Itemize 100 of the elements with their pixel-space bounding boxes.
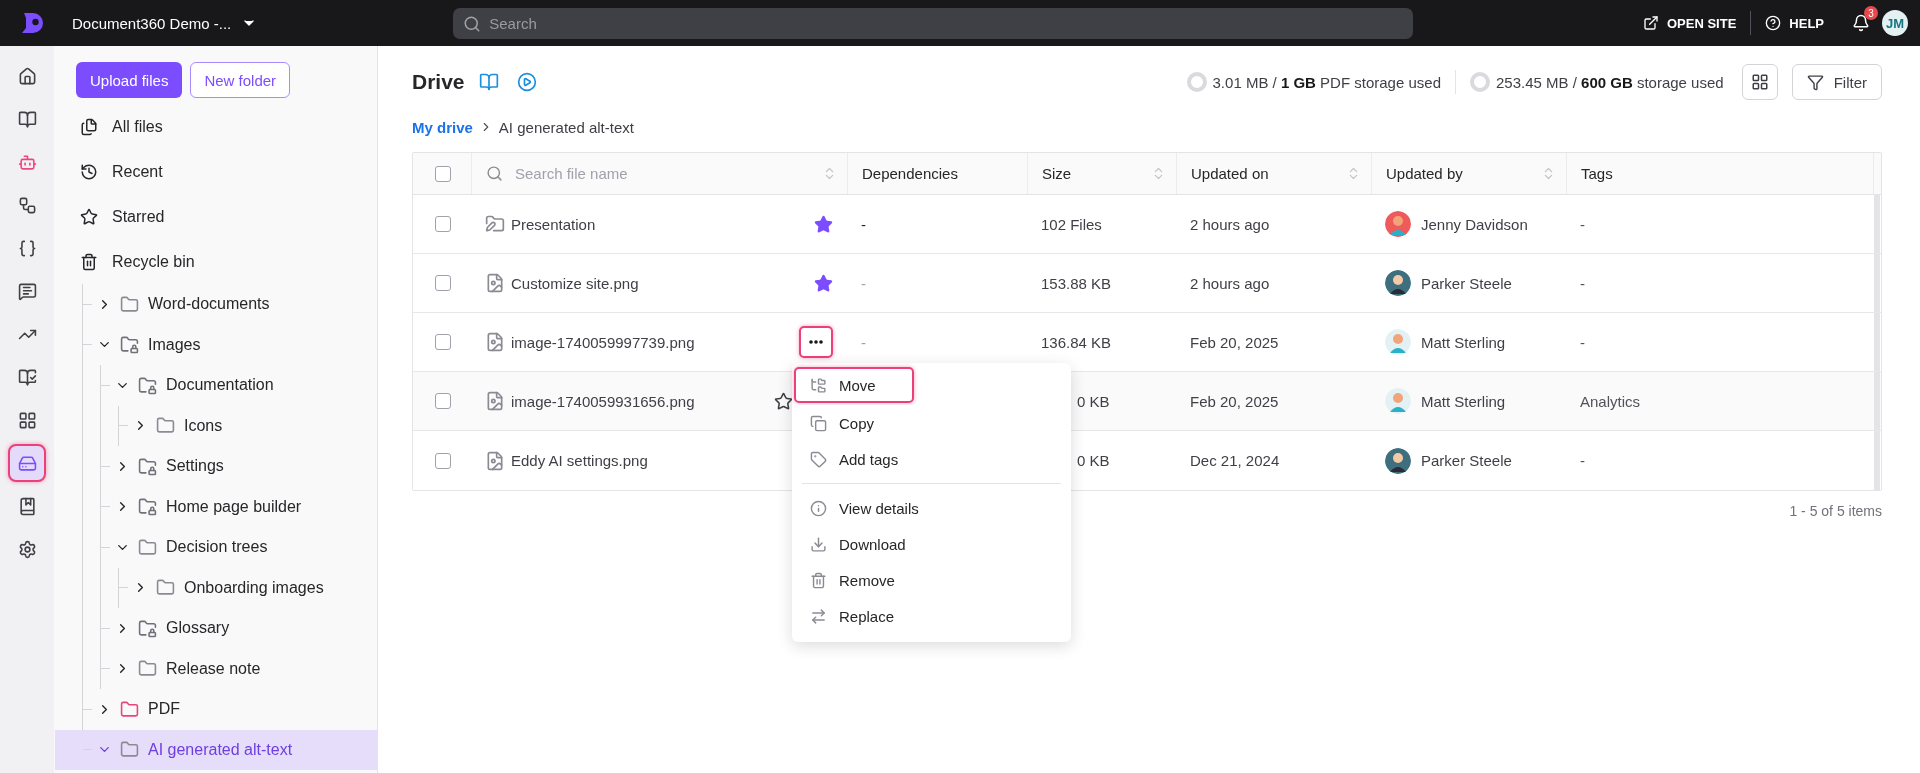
folder-tree-item[interactable]: Decision trees (101, 527, 377, 568)
row-checkbox[interactable] (435, 452, 451, 469)
table-cell: 136.84 KB (1041, 333, 1112, 351)
folder-tree-item[interactable]: Word-documents (83, 284, 377, 325)
table-cell: Matt Sterling (1421, 392, 1506, 410)
table-cell: Parker Steele (1421, 452, 1512, 469)
sidebar-item[interactable]: Starred (76, 194, 377, 239)
storage-usage: 253.45 MB / 600 GB storage used (1496, 73, 1724, 91)
sidebar-item[interactable]: All files (76, 104, 377, 149)
storage-ring-icon (1186, 72, 1207, 92)
file-name[interactable]: image-1740059931656.png (511, 392, 695, 410)
column-header: Dependencies (862, 165, 958, 182)
storage-usage: 3.01 MB / 1 GB PDF storage used (1212, 73, 1441, 91)
table-cell: 153.88 KB (1041, 274, 1112, 292)
table-cell: Dec 21, 2024 (1190, 452, 1280, 469)
star-icon[interactable] (814, 273, 833, 293)
folder-tree-icon (810, 376, 827, 394)
locked-folder-icon (120, 335, 139, 355)
table-cell: 2 hours ago (1190, 215, 1270, 233)
table-cell: 0 KB (1077, 452, 1110, 469)
folder-tree-item[interactable]: Home page builder (101, 486, 377, 527)
workflow-icon (17, 195, 37, 215)
open-site-link[interactable]: OPEN SITE (1628, 15, 1751, 31)
folder-icon (120, 740, 139, 760)
folder-tree-item[interactable]: Onboarding images (119, 567, 377, 608)
file-name[interactable]: image-1740059997739.png (511, 333, 695, 351)
file-name[interactable]: Eddy AI settings.png (511, 452, 648, 469)
star-icon[interactable] (814, 214, 833, 234)
history-icon (80, 162, 98, 181)
image-file-icon (485, 273, 505, 293)
file-search-field[interactable]: Search file name (513, 164, 822, 183)
image-file-icon (485, 450, 505, 471)
table-cell: - (1580, 215, 1585, 233)
column-header: Size (1042, 165, 1072, 182)
table-cell: Feb 20, 2025 (1190, 392, 1279, 410)
search-field[interactable]: Search (453, 7, 1414, 39)
row-checkbox[interactable] (435, 275, 451, 291)
files-icon (80, 117, 98, 136)
filter-button[interactable]: Filter (1791, 64, 1882, 100)
book-icon[interactable] (478, 72, 499, 92)
folder-tree-item[interactable]: Settings (101, 446, 377, 487)
folder-tree-item[interactable]: Glossary (101, 608, 377, 649)
locked-folder-icon (138, 618, 157, 638)
folder-tree-item[interactable]: PDF (83, 689, 377, 730)
select-all-checkbox[interactable] (435, 165, 451, 182)
table-cell: - (1580, 452, 1585, 469)
table-cell: - (1580, 333, 1585, 351)
upload-files-button[interactable]: Upload files (76, 62, 183, 98)
folder-icon (120, 699, 139, 719)
copy-icon (810, 414, 827, 432)
folder-tree-item[interactable]: Icons (119, 405, 377, 446)
file-name[interactable]: Presentation (511, 215, 596, 233)
table-cell: 0 KB (1077, 392, 1110, 410)
bookmark-book-icon (17, 496, 37, 516)
table-cell: 102 Files (1041, 215, 1102, 233)
folder-tree-item[interactable]: Release note (101, 648, 377, 689)
row-checkbox[interactable] (435, 334, 451, 350)
scrollbar[interactable] (1874, 431, 1880, 490)
sidebar-item[interactable]: Recycle bin (76, 239, 377, 284)
folder-icon (156, 416, 175, 436)
table-cell: - (1580, 274, 1585, 292)
braces-icon (17, 238, 37, 258)
row-checkbox[interactable] (435, 216, 451, 232)
trash-icon (80, 252, 98, 271)
external-link-icon (1642, 15, 1659, 31)
swap-arrows-icon (810, 607, 827, 625)
column-header: Updated on (1191, 165, 1269, 182)
grid-icon (17, 410, 37, 430)
sidebar-item[interactable]: Recent (76, 149, 377, 194)
locked-folder-icon (138, 456, 157, 476)
star-icon[interactable] (774, 391, 793, 411)
folder-tree-item[interactable]: Images (83, 324, 377, 365)
menu-item[interactable]: Move (794, 367, 914, 403)
column-header: Updated by (1386, 165, 1463, 182)
more-actions-button[interactable] (799, 326, 833, 358)
folder-icon (120, 294, 139, 314)
pagination-summary: 1 - 5 of 5 items (1789, 503, 1882, 519)
help-link[interactable]: HELP (1751, 15, 1838, 31)
breadcrumb-link[interactable]: My drive (412, 118, 473, 136)
row-checkbox[interactable] (435, 393, 451, 409)
project-switcher[interactable]: Document360 Demo -... (72, 14, 258, 32)
folder-tree-item[interactable]: Documentation (101, 365, 377, 406)
logo[interactable] (20, 10, 46, 36)
scrollbar[interactable] (1874, 195, 1880, 253)
notifications-icon[interactable] (1852, 14, 1870, 32)
table-cell: - (861, 274, 866, 292)
grid-view-button[interactable] (1741, 64, 1778, 100)
folder-icon (138, 659, 157, 679)
drive-icon (17, 453, 37, 473)
play-icon[interactable] (516, 72, 537, 92)
filter-icon (1806, 73, 1824, 91)
new-folder-button[interactable]: New folder (190, 62, 291, 98)
folder-tree-item[interactable]: AI generated alt-text (55, 729, 377, 770)
star-icon (80, 207, 98, 226)
column-header: Tags (1581, 165, 1613, 182)
help-icon (1765, 15, 1782, 31)
file-name[interactable]: Customize site.png (511, 274, 639, 292)
storage-ring-icon (1470, 72, 1490, 92)
folder-icon (156, 578, 175, 598)
user-avatar[interactable]: JM (1882, 10, 1908, 36)
